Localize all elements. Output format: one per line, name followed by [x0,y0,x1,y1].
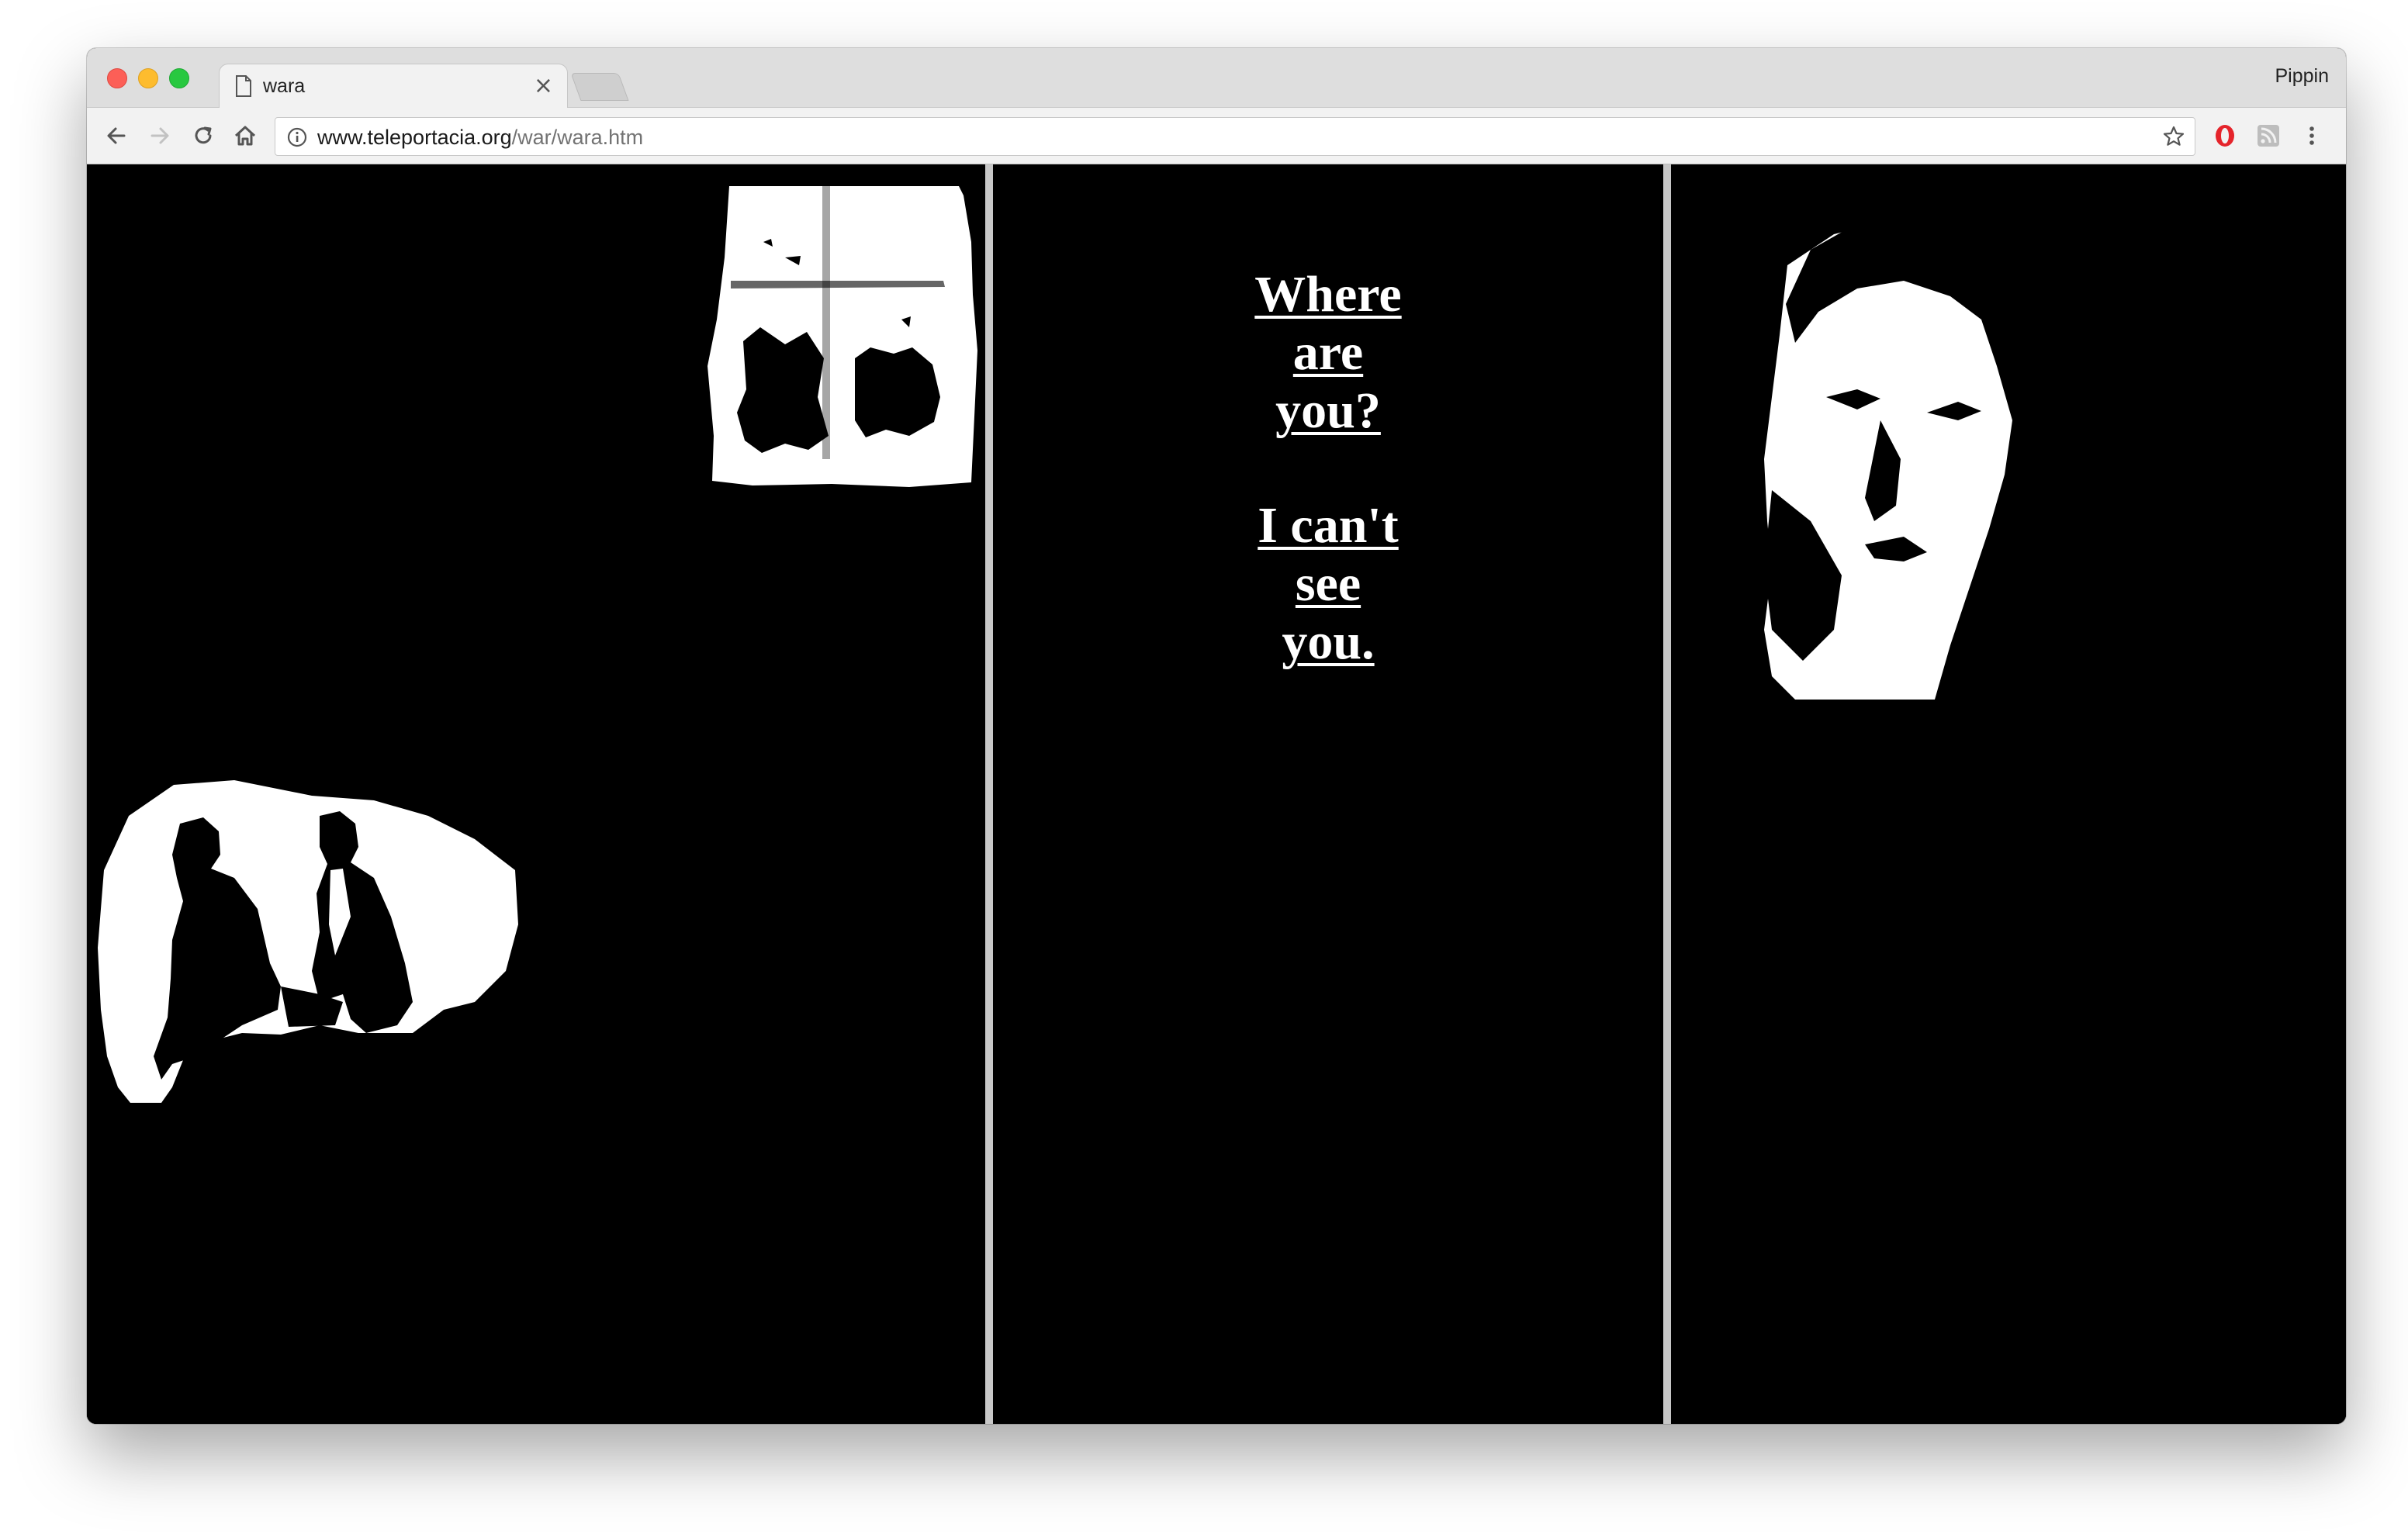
new-tab-button[interactable] [570,73,629,101]
poem-line: see [1295,555,1361,612]
i-cant-see-you-link[interactable]: I can't see you. [993,496,1663,671]
poem-gap [993,440,1663,496]
back-arrow-icon[interactable] [102,122,130,150]
poem-text: Where are you? I can't see you. [993,265,1663,671]
reload-icon[interactable] [189,122,217,150]
poem-line: I can't [1258,497,1399,554]
star-icon[interactable] [2162,125,2185,148]
poem-line: are [1292,324,1364,381]
poem-line: you? [1275,382,1381,439]
profile-name[interactable]: Pippin [2275,65,2330,88]
browser-toolbar: www.teleportacia.org/war/wara.htm [87,108,2346,164]
url-host: www.teleportacia.org [317,126,512,149]
right-frame [1671,164,2346,1424]
tab-strip: wara × Pippin [87,48,2346,108]
home-icon[interactable] [231,122,259,150]
rss-icon[interactable] [2254,122,2282,150]
opera-icon[interactable] [2211,122,2239,150]
frame-divider-left[interactable] [985,164,993,1424]
browser-window: wara × Pippin www.teleportacia.org/war/w… [87,48,2346,1424]
forward-arrow-icon[interactable] [146,122,174,150]
where-are-you-link[interactable]: Where are you? [993,265,1663,440]
document-icon [236,75,251,97]
frame-divider-right[interactable] [1663,164,1671,1424]
page-content: Where are you? I can't see you. [87,164,2346,1424]
zoom-window-button[interactable] [169,68,189,88]
poem-line: you. [1282,613,1375,670]
address-bar[interactable]: www.teleportacia.org/war/wara.htm [275,117,2195,156]
tab-close-icon[interactable]: × [534,72,553,100]
url-text[interactable]: www.teleportacia.org/war/wara.htm [317,126,643,150]
two-figures-image[interactable] [87,777,552,1103]
left-frame [87,164,985,1424]
woman-face-image[interactable] [1671,164,2346,723]
minimize-window-button[interactable] [138,68,158,88]
more-vertical-icon[interactable] [2298,122,2326,150]
tab-wara[interactable]: wara × [219,64,568,108]
middle-frame: Where are you? I can't see you. [993,164,1663,1424]
url-path: /war/wara.htm [511,126,644,149]
poem-line: Where [1254,266,1402,323]
info-icon[interactable] [286,126,308,148]
close-window-button[interactable] [107,68,127,88]
tab-title: wara [263,75,306,97]
